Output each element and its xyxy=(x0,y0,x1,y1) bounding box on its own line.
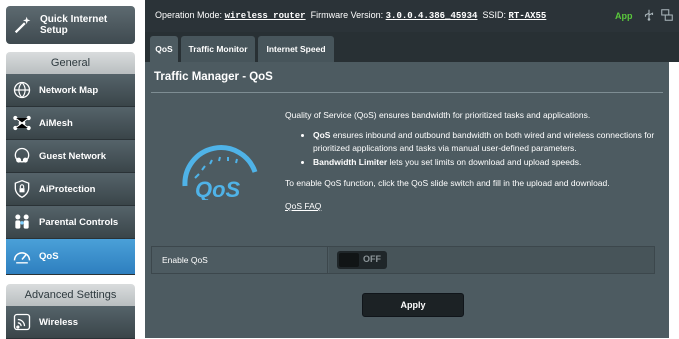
enable-qos-toggle[interactable]: OFF xyxy=(337,251,387,269)
toggle-state: OFF xyxy=(363,254,381,264)
sidebar-item-parental-controls[interactable]: Parental Controls xyxy=(6,206,135,239)
sidebar-item-label: Network Map xyxy=(39,84,99,96)
list-item: Bandwidth Limiter lets you set limits on… xyxy=(313,156,655,169)
usb-icon[interactable] xyxy=(642,8,656,22)
list-item: QoS ensures inbound and outbound bandwid… xyxy=(313,129,655,155)
quick-internet-setup-label: Quick Internet Setup xyxy=(40,14,108,36)
ssid-link[interactable]: RT-AX55 xyxy=(509,11,547,21)
quick-internet-setup-button[interactable]: Quick Internet Setup xyxy=(6,6,135,44)
enable-note: To enable QoS function, click the QoS sl… xyxy=(285,178,610,188)
shield-lock-icon xyxy=(14,179,30,199)
enable-qos-value: OFF xyxy=(329,247,654,273)
sidebar-item-label: AiProtection xyxy=(39,183,96,195)
ssid-label: SSID: xyxy=(482,10,506,20)
sidebar: Quick Internet Setup General Network Map… xyxy=(0,0,140,339)
sidebar-item-aiprotection[interactable]: AiProtection xyxy=(6,173,135,206)
network-clients-icon[interactable] xyxy=(660,8,674,22)
tab-internet-speed[interactable]: Internet Speed xyxy=(258,36,334,62)
network-map-icon xyxy=(13,81,31,99)
tab-qos[interactable]: QoS xyxy=(150,36,178,62)
qos-faq-link[interactable]: QoS FAQ xyxy=(285,200,321,213)
sidebar-item-label: AiMesh xyxy=(39,117,73,129)
sidebar-item-wireless[interactable]: Wireless xyxy=(6,306,135,339)
sidebar-item-qos[interactable]: QoS xyxy=(6,239,135,275)
apply-button[interactable]: Apply xyxy=(362,293,464,317)
firmware-version-link[interactable]: 3.0.0.4.386_45934 xyxy=(386,11,478,21)
sidebar-item-guest-network[interactable]: Guest Network xyxy=(6,140,135,173)
main-panel: Traffic Manager - QoS QoS Quality of Ser… xyxy=(145,62,669,338)
guest-network-icon xyxy=(14,147,30,163)
sidebar-item-label: Guest Network xyxy=(39,150,107,162)
operation-mode-label: Operation Mode: xyxy=(155,10,223,20)
advanced-settings-header: Advanced Settings xyxy=(6,284,135,306)
operation-mode-link[interactable]: wireless router xyxy=(225,11,306,21)
tab-traffic-monitor[interactable]: Traffic Monitor xyxy=(181,36,255,62)
speedometer-icon xyxy=(13,251,31,263)
firmware-label: Firmware Version: xyxy=(310,10,384,20)
app-link[interactable]: App xyxy=(615,11,633,21)
title-divider xyxy=(151,92,663,93)
qos-logo-icon: QoS xyxy=(182,145,258,200)
sidebar-item-network-map[interactable]: Network Map xyxy=(6,74,135,107)
enable-qos-label: Enable QoS xyxy=(152,247,328,273)
feature-list: QoS ensures inbound and outbound bandwid… xyxy=(285,129,655,169)
intro-text: Quality of Service (QoS) ensures bandwid… xyxy=(285,110,591,120)
tab-bar: QoS Traffic Monitor Internet Speed xyxy=(145,32,679,62)
status-info: Operation Mode: wireless router Firmware… xyxy=(155,10,546,21)
sidebar-item-aimesh[interactable]: AiMesh xyxy=(6,107,135,140)
sidebar-item-label: QoS xyxy=(39,251,59,262)
family-icon xyxy=(15,214,29,229)
aimesh-icon xyxy=(13,115,31,131)
toggle-knob xyxy=(339,253,359,267)
wand-icon xyxy=(14,16,31,34)
status-bar: Operation Mode: wireless router Firmware… xyxy=(145,0,679,32)
qos-logo-text: QoS xyxy=(195,177,241,200)
sidebar-item-label: Wireless xyxy=(39,316,78,328)
enable-qos-row: Enable QoS OFF xyxy=(151,246,655,274)
general-header: General xyxy=(6,52,135,74)
sidebar-item-label: Parental Controls xyxy=(39,216,119,228)
page-title: Traffic Manager - QoS xyxy=(154,71,273,83)
wireless-icon xyxy=(13,313,31,331)
qos-description: Quality of Service (QoS) ensures bandwid… xyxy=(285,109,655,213)
